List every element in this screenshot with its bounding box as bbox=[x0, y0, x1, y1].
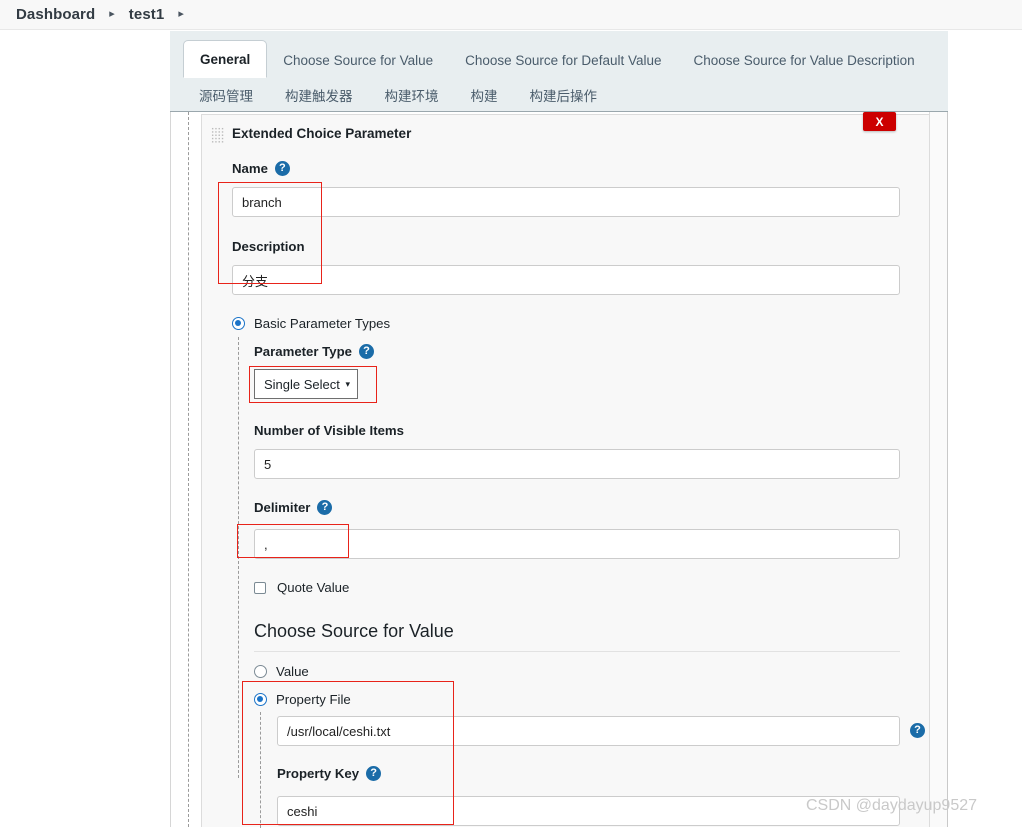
basic-parameter-types-rail bbox=[238, 337, 239, 778]
breadcrumb-item-dashboard[interactable]: Dashboard bbox=[16, 6, 95, 23]
quote-value-row[interactable]: Quote Value bbox=[254, 580, 349, 595]
chevron-down-icon: ▾ bbox=[345, 378, 350, 389]
property-key-input-value: ceshi bbox=[287, 803, 318, 819]
delimiter-input-value: , bbox=[264, 536, 268, 552]
property-key-label: Property Key bbox=[277, 766, 360, 781]
tab-post-build-actions[interactable]: 构建后操作 bbox=[514, 85, 614, 105]
name-help-icon[interactable]: ? bbox=[274, 161, 290, 176]
name-label: Name bbox=[232, 161, 268, 176]
name-label-row: Name ? bbox=[232, 161, 290, 176]
property-file-rail bbox=[260, 712, 261, 828]
property-file-path-value: /usr/local/ceshi.txt bbox=[287, 723, 391, 739]
tab-row-primary: General Choose Source for Value Choose S… bbox=[170, 31, 931, 78]
property-key-help-icon[interactable]: ? bbox=[366, 766, 382, 781]
basic-parameter-types-radio[interactable] bbox=[232, 317, 245, 330]
description-input[interactable]: 分支 bbox=[232, 265, 900, 295]
choose-source-heading: Choose Source for Value bbox=[254, 621, 454, 641]
visible-items-input-value: 5 bbox=[264, 456, 272, 472]
value-radio-row[interactable]: Value bbox=[254, 664, 309, 679]
description-label: Description bbox=[232, 239, 305, 254]
tab-row-secondary: 源码管理 构建触发器 构建环境 构建 构建后操作 bbox=[170, 77, 613, 112]
tab-build-environment[interactable]: 构建环境 bbox=[369, 85, 455, 105]
drag-handle-icon[interactable] bbox=[211, 127, 224, 143]
property-file-radio-row[interactable]: Property File bbox=[254, 692, 351, 707]
basic-parameter-types-radio-row[interactable]: Basic Parameter Types bbox=[232, 316, 390, 331]
parameter-type-select[interactable]: Single Select ▾ bbox=[254, 369, 358, 399]
description-input-value: 分支 bbox=[242, 273, 269, 289]
watermark: CSDN @daydayup9527 bbox=[806, 797, 978, 814]
parameter-type-help-icon[interactable]: ? bbox=[358, 344, 374, 359]
config-content-panel: Extended Choice Parameter Name ? branch … bbox=[170, 112, 948, 828]
quote-value-label: Quote Value bbox=[277, 580, 350, 595]
tab-general[interactable]: General bbox=[183, 40, 268, 78]
panel-right-gutter bbox=[929, 112, 947, 827]
property-file-help-icon[interactable]: ? bbox=[910, 723, 925, 738]
value-radio-label: Value bbox=[276, 664, 309, 679]
visible-items-input[interactable]: 5 bbox=[254, 449, 900, 479]
breadcrumb-dropdown-icon[interactable]: ▸ bbox=[178, 9, 184, 20]
delimiter-label: Delimiter bbox=[254, 500, 311, 515]
parameter-type-select-value: Single Select bbox=[264, 376, 340, 392]
breadcrumb: Dashboard ▸ test1 ▸ bbox=[0, 0, 1022, 30]
delimiter-help-icon[interactable]: ? bbox=[317, 500, 333, 515]
breadcrumb-item-test1[interactable]: test1 bbox=[129, 6, 165, 23]
value-radio[interactable] bbox=[254, 665, 267, 678]
tab-choose-source-for-value-description[interactable]: Choose Source for Value Description bbox=[678, 43, 931, 77]
delimiter-label-row: Delimiter ? bbox=[254, 500, 333, 515]
tab-build-triggers[interactable]: 构建触发器 bbox=[269, 85, 369, 105]
block-title: Extended Choice Parameter bbox=[232, 126, 412, 141]
delimiter-input[interactable]: , bbox=[254, 529, 900, 559]
parameter-type-label-row: Parameter Type ? bbox=[254, 344, 374, 359]
visible-items-label: Number of Visible Items bbox=[254, 423, 404, 438]
tab-strip: General Choose Source for Value Choose S… bbox=[170, 31, 948, 112]
property-file-radio-label: Property File bbox=[276, 692, 351, 707]
section-divider bbox=[254, 651, 900, 652]
extended-choice-parameter-block: Extended Choice Parameter Name ? branch … bbox=[201, 114, 930, 828]
property-file-path-input[interactable]: /usr/local/ceshi.txt bbox=[277, 716, 900, 746]
breadcrumb-separator-icon: ▸ bbox=[109, 8, 115, 20]
close-button[interactable]: X bbox=[863, 112, 896, 131]
property-key-label-row: Property Key ? bbox=[277, 766, 382, 781]
property-file-radio[interactable] bbox=[254, 693, 267, 706]
repeatable-block-rail bbox=[188, 112, 189, 827]
quote-value-checkbox[interactable] bbox=[254, 581, 266, 594]
basic-parameter-types-label: Basic Parameter Types bbox=[254, 316, 391, 331]
parameter-type-label: Parameter Type bbox=[254, 344, 352, 359]
tab-build[interactable]: 构建 bbox=[455, 85, 514, 105]
tab-choose-source-for-default-value[interactable]: Choose Source for Default Value bbox=[449, 43, 677, 77]
name-input-value: branch bbox=[242, 194, 282, 210]
name-input[interactable]: branch bbox=[232, 187, 900, 217]
tab-source-management[interactable]: 源码管理 bbox=[183, 85, 269, 105]
tab-choose-source-for-value[interactable]: Choose Source for Value bbox=[267, 43, 449, 77]
